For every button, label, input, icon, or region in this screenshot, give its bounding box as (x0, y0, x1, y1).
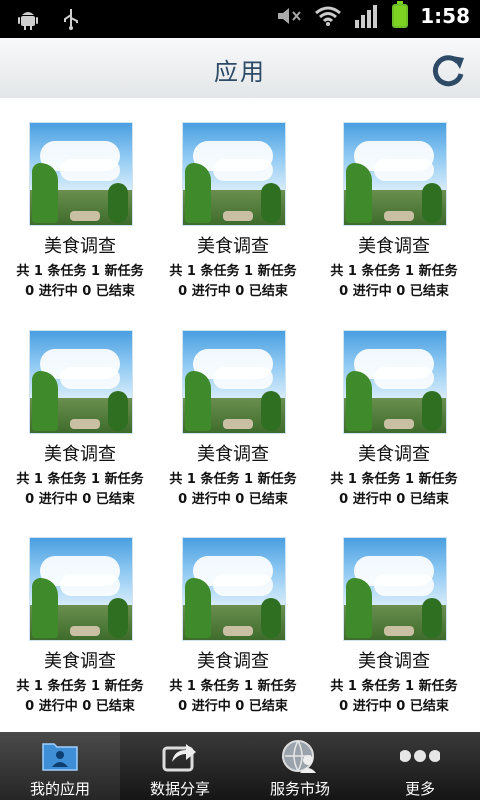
task-status: 0 进行中 0 已结束 (339, 699, 449, 714)
app-thumbnail (29, 122, 133, 226)
app-tile[interactable]: 美食调查 共 1 条任务 1 新任务 0 进行中 0 已结束 (0, 306, 160, 507)
app-name: 美食调查 (358, 651, 430, 672)
tab-service-market[interactable]: 服务市场 (240, 732, 360, 800)
task-status: 0 进行中 0 已结束 (178, 699, 288, 714)
task-summary: 共 1 条任务 1 新任务 (16, 679, 144, 694)
tab-label: 更多 (404, 780, 435, 798)
app-tile[interactable]: 美食调查 共 1 条任务 1 新任务 0 进行中 0 已结束 (0, 98, 160, 299)
app-thumbnail (343, 122, 447, 226)
task-status: 0 进行中 0 已结束 (25, 699, 135, 714)
app-thumbnail (343, 537, 447, 641)
task-status: 0 进行中 0 已结束 (339, 492, 449, 507)
app-name: 美食调查 (44, 444, 116, 465)
app-tile[interactable]: 美食调查 共 1 条任务 1 新任务 0 进行中 0 已结束 (153, 98, 313, 299)
app-tile[interactable]: 美食调查 共 1 条任务 1 新任务 0 进行中 0 已结束 (0, 513, 160, 714)
app-thumbnail (182, 330, 286, 434)
app-name: 美食调查 (197, 444, 269, 465)
app-name: 美食调查 (44, 651, 116, 672)
clock: 1:58 (420, 4, 470, 28)
wifi-icon (315, 6, 342, 26)
battery-icon (392, 1, 409, 28)
task-status: 0 进行中 0 已结束 (339, 284, 449, 299)
mute-icon (278, 8, 302, 24)
task-summary: 共 1 条任务 1 新任务 (330, 472, 458, 487)
signal-icon (355, 5, 378, 28)
tab-label: 数据分享 (149, 780, 210, 798)
usb-icon (64, 9, 78, 30)
app-thumbnail (343, 330, 447, 434)
task-summary: 共 1 条任务 1 新任务 (16, 472, 144, 487)
task-summary: 共 1 条任务 1 新任务 (169, 679, 297, 694)
task-status: 0 进行中 0 已结束 (178, 284, 288, 299)
app-name: 美食调查 (197, 236, 269, 257)
task-summary: 共 1 条任务 1 新任务 (169, 264, 297, 279)
app-name: 美食调查 (358, 444, 430, 465)
task-status: 0 进行中 0 已结束 (178, 492, 288, 507)
tab-more[interactable]: 更多 (360, 732, 480, 800)
app-thumbnail (29, 537, 133, 641)
more-dots-icon (400, 750, 440, 762)
task-summary: 共 1 条任务 1 新任务 (169, 472, 297, 487)
tab-data-share[interactable]: 数据分享 (120, 732, 240, 800)
refresh-icon[interactable] (428, 50, 468, 90)
task-summary: 共 1 条任务 1 新任务 (330, 679, 458, 694)
app-thumbnail (182, 122, 286, 226)
app-tile[interactable]: 美食调查 共 1 条任务 1 新任务 0 进行中 0 已结束 (153, 513, 313, 714)
app-thumbnail (29, 330, 133, 434)
app-name: 美食调查 (358, 236, 430, 257)
app-name: 美食调查 (44, 236, 116, 257)
task-summary: 共 1 条任务 1 新任务 (16, 264, 144, 279)
tab-my-apps[interactable]: 我的应用 (0, 732, 120, 800)
task-status: 0 进行中 0 已结束 (25, 284, 135, 299)
tab-label: 服务市场 (269, 780, 330, 798)
tab-label: 我的应用 (29, 780, 90, 798)
title-bar: 应用 (0, 38, 480, 99)
folder-user-icon (42, 743, 78, 771)
share-arrow-icon (162, 744, 196, 772)
app-tile[interactable]: 美食调查 共 1 条任务 1 新任务 0 进行中 0 已结束 (153, 306, 313, 507)
app-tile[interactable]: 美食调查 共 1 条任务 1 新任务 0 进行中 0 已结束 (314, 513, 474, 714)
app-tile[interactable]: 美食调查 共 1 条任务 1 新任务 0 进行中 0 已结束 (314, 306, 474, 507)
app-thumbnail (182, 537, 286, 641)
android-icon (18, 12, 38, 30)
page-title: 应用 (214, 58, 266, 86)
globe-user-icon (282, 740, 316, 773)
status-bar: 1:58 (0, 0, 480, 38)
app-tile[interactable]: 美食调查 共 1 条任务 1 新任务 0 进行中 0 已结束 (314, 98, 474, 299)
bottom-tab-bar: 我的应用 数据分享 服务市场 更多 (0, 732, 480, 800)
app-grid: 美食调查 共 1 条任务 1 新任务 0 进行中 0 已结束 美食调查 共 1 … (0, 98, 480, 732)
task-summary: 共 1 条任务 1 新任务 (330, 264, 458, 279)
app-name: 美食调查 (197, 651, 269, 672)
task-status: 0 进行中 0 已结束 (25, 492, 135, 507)
